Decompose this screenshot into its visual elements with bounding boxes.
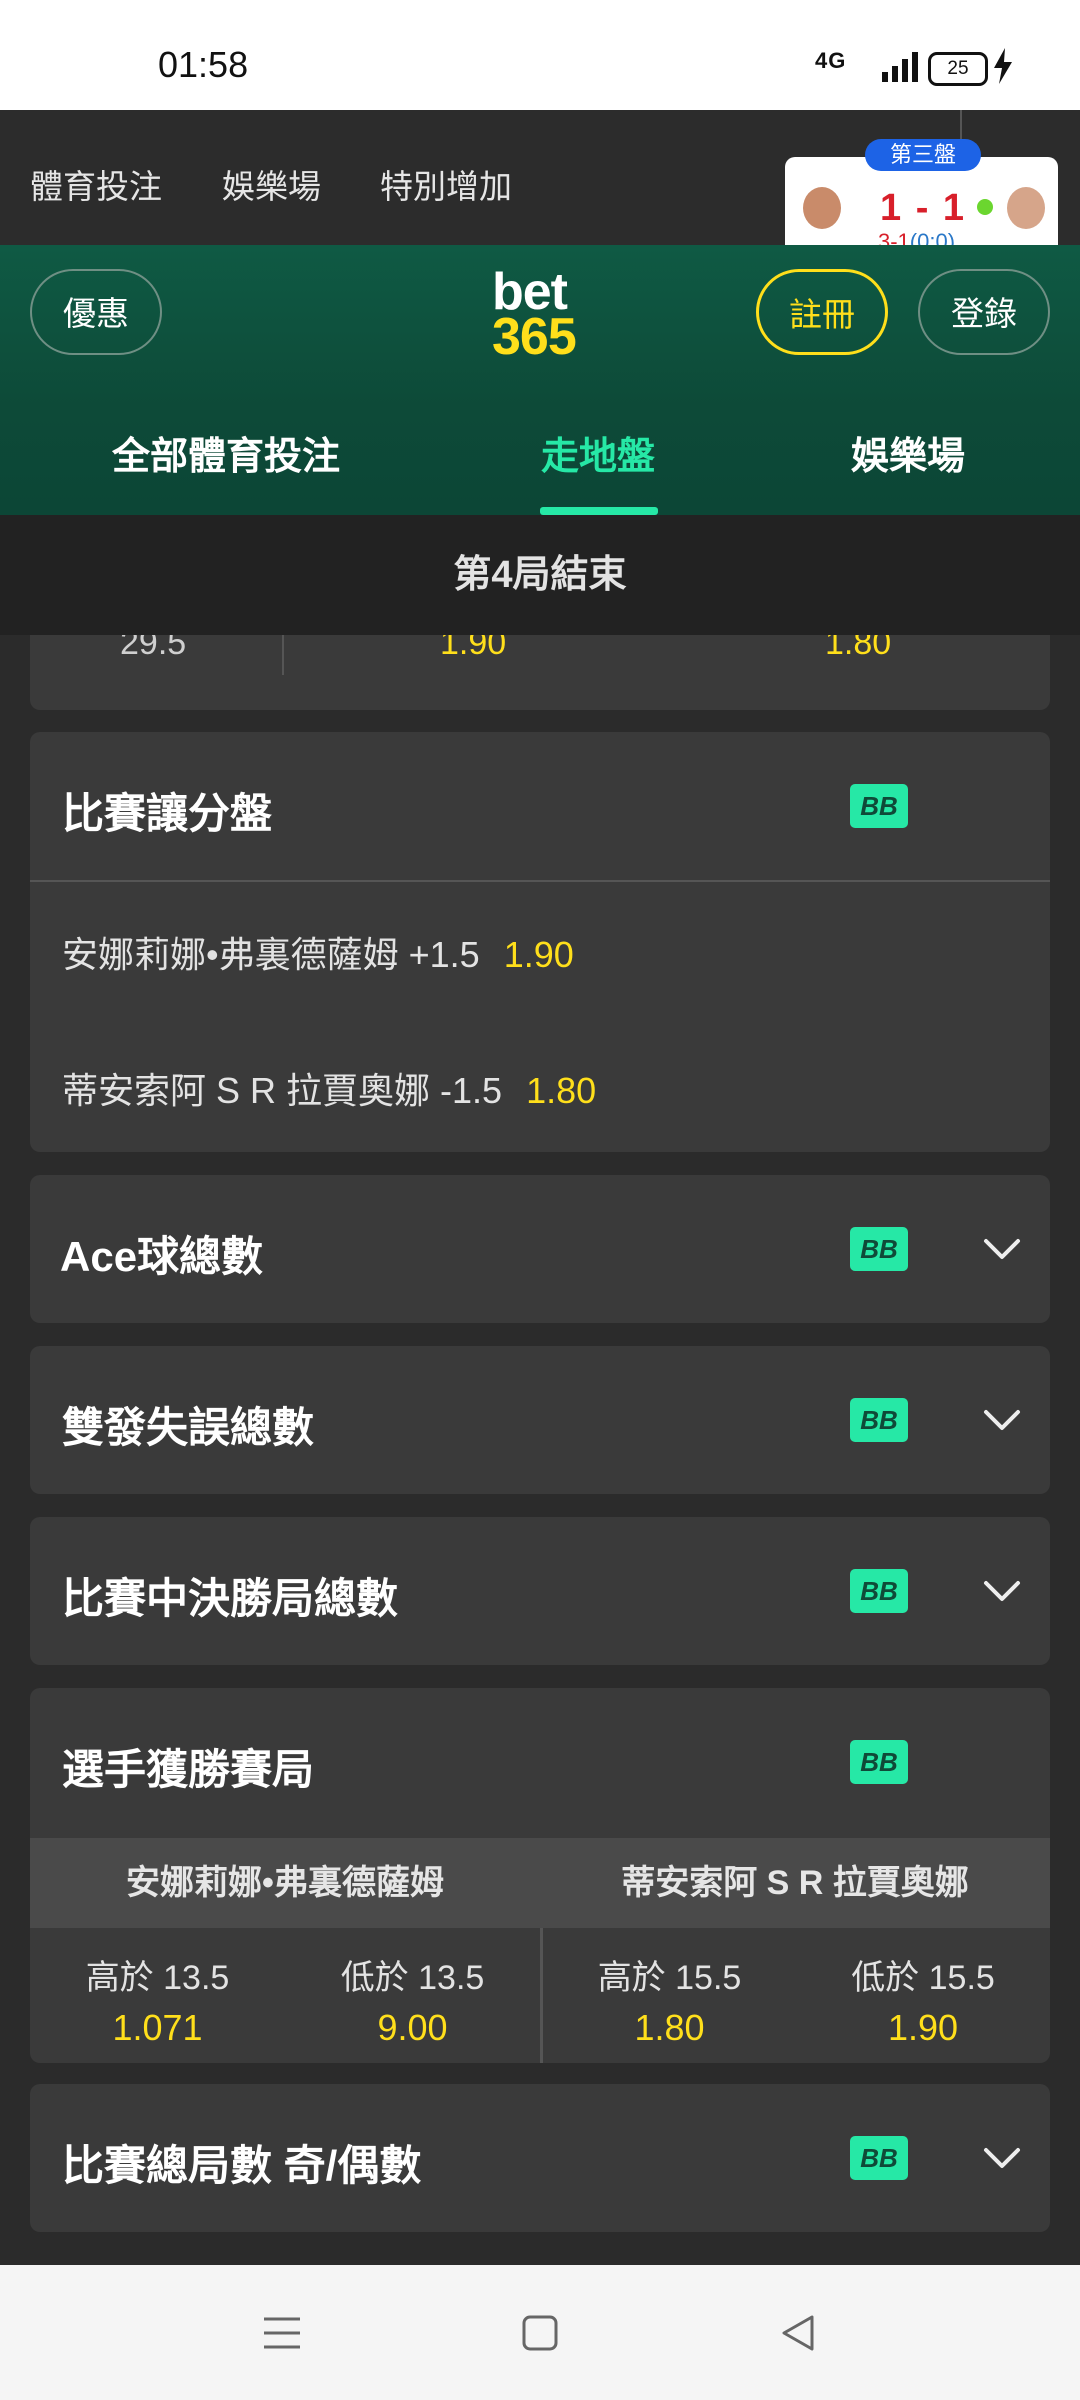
chevron-down-icon[interactable] [982,1571,1022,1611]
odds-value: 1.80 [634,2007,705,2048]
odds-cell[interactable]: 高於 15.5 1.80 [543,1950,796,2049]
odds-value: 1.071 [112,2007,203,2048]
odds-cell[interactable]: 低於 15.5 1.90 [796,1950,1050,2049]
handicap-odds: 1.90 [503,934,574,975]
game-end-banner: 第4局結束 [0,515,1080,635]
menu-icon[interactable] [262,2313,302,2353]
register-button[interactable]: 註冊 [756,269,888,355]
topnav-item-boosts[interactable]: 特別增加 [380,160,512,208]
charging-icon [994,48,1012,84]
market-card-odd-even[interactable]: 比賽總局數 奇/偶數 BB [30,2084,1050,2232]
handicap-row-2[interactable]: 蒂安索阿 S R 拉賈奧娜 -1.5 1.80 [62,1062,596,1114]
tab-casino[interactable]: 娛樂場 [851,425,965,480]
handicap-label: 安娜莉娜•弗裏德薩姆 +1.5 [62,934,480,975]
bet-builder-badge: BB [850,1398,908,1442]
market-card-handicap: 比賽讓分盤 BB 安娜莉娜•弗裏德薩姆 +1.5 1.90 蒂安索阿 S R 拉… [30,732,1050,1152]
tab-in-play[interactable]: 走地盤 [541,425,655,480]
odds-value: 9.00 [377,2007,448,2048]
market-title: Ace球總數 [60,1233,264,1280]
market-title: 比賽中決勝局總數 [62,1575,399,1622]
player2-name: 蒂安索阿 S R 拉賈奧娜 [621,1864,969,1902]
signal-icon [882,52,918,82]
bet-builder-badge: BB [850,2136,908,2180]
market-title[interactable]: 選手獲勝賽局 [62,1736,314,1797]
market-card-aces[interactable]: Ace球總數 BB [30,1175,1050,1323]
market-card-tiebreaks[interactable]: 比賽中決勝局總數 BB [30,1517,1050,1665]
chevron-down-icon[interactable] [982,2138,1022,2178]
line-label: 低於 15.5 [851,1959,995,1997]
tab-all-sports[interactable]: 全部體育投注 [112,425,340,480]
odds-cell[interactable]: 高於 13.5 1.071 [30,1950,285,2049]
market-card-player-games: 選手獲勝賽局 BB 安娜莉娜•弗裏德薩姆 蒂安索阿 S R 拉賈奧娜 高於 13… [30,1688,1050,2063]
player1-name: 安娜莉娜•弗裏德薩姆 [126,1864,444,1902]
market-title: 雙發失誤總數 [62,1404,315,1451]
status-bar: 01:58 4G 25 [0,0,1080,110]
home-square-icon[interactable] [520,2313,560,2353]
odds-cell[interactable]: 低於 13.5 9.00 [285,1950,540,2049]
set-score: 1 - 1 [880,187,967,229]
logo-text-365: 365 [492,308,577,366]
line-label: 高於 13.5 [85,1959,230,1997]
battery-level: 25 [947,58,969,79]
promo-button[interactable]: 優惠 [30,269,162,355]
system-nav-bar [0,2265,1080,2400]
odds-value: 1.90 [887,2007,959,2048]
status-time: 01:58 [158,44,249,85]
handicap-label: 蒂安索阿 S R 拉賈奧娜 -1.5 [62,1070,503,1111]
chevron-down-icon[interactable] [982,1400,1022,1440]
market-title[interactable]: 比賽讓分盤 [62,780,272,841]
battery-icon: 25 [928,52,988,86]
line-label: 高於 15.5 [597,1959,742,1997]
line-label: 低於 13.5 [340,1959,485,1997]
bet-builder-badge: BB [850,1740,908,1784]
serve-indicator-icon [977,199,993,215]
handicap-row-1[interactable]: 安娜莉娜•弗裏德薩姆 +1.5 1.90 [62,926,574,978]
bet-builder-badge: BB [850,1227,908,1271]
topnav-item-casino[interactable]: 娛樂場 [222,160,321,208]
market-title: 比賽總局數 奇/偶數 [62,2142,422,2189]
bet365-logo[interactable]: bet 365 [492,266,588,366]
market-card-double-faults[interactable]: 雙發失誤總數 BB [30,1346,1050,1494]
live-score-widget[interactable]: 第三盤 1 - 1 3-1(0:0) [785,139,1058,257]
player1-avatar [803,187,841,229]
handicap-odds: 1.80 [526,1070,597,1111]
divider [30,880,1050,882]
back-triangle-icon[interactable] [778,2313,818,2353]
app-header: 優惠 bet 365 註冊 登錄 全部體育投注 走地盤 娛樂場 [0,245,1080,515]
set-badge: 第三盤 [865,139,981,171]
topnav-item-sports[interactable]: 體育投注 [30,160,162,208]
player-header-row: 安娜莉娜•弗裏德薩姆 蒂安索阿 S R 拉賈奧娜 [30,1838,1050,1928]
active-tab-indicator [540,507,658,515]
login-button[interactable]: 登錄 [918,269,1050,355]
bet-builder-badge: BB [850,1569,908,1613]
bet-builder-badge: BB [850,784,908,828]
player2-avatar [1007,187,1045,229]
network-label: 4G [815,48,847,73]
chevron-down-icon[interactable] [982,1229,1022,1269]
